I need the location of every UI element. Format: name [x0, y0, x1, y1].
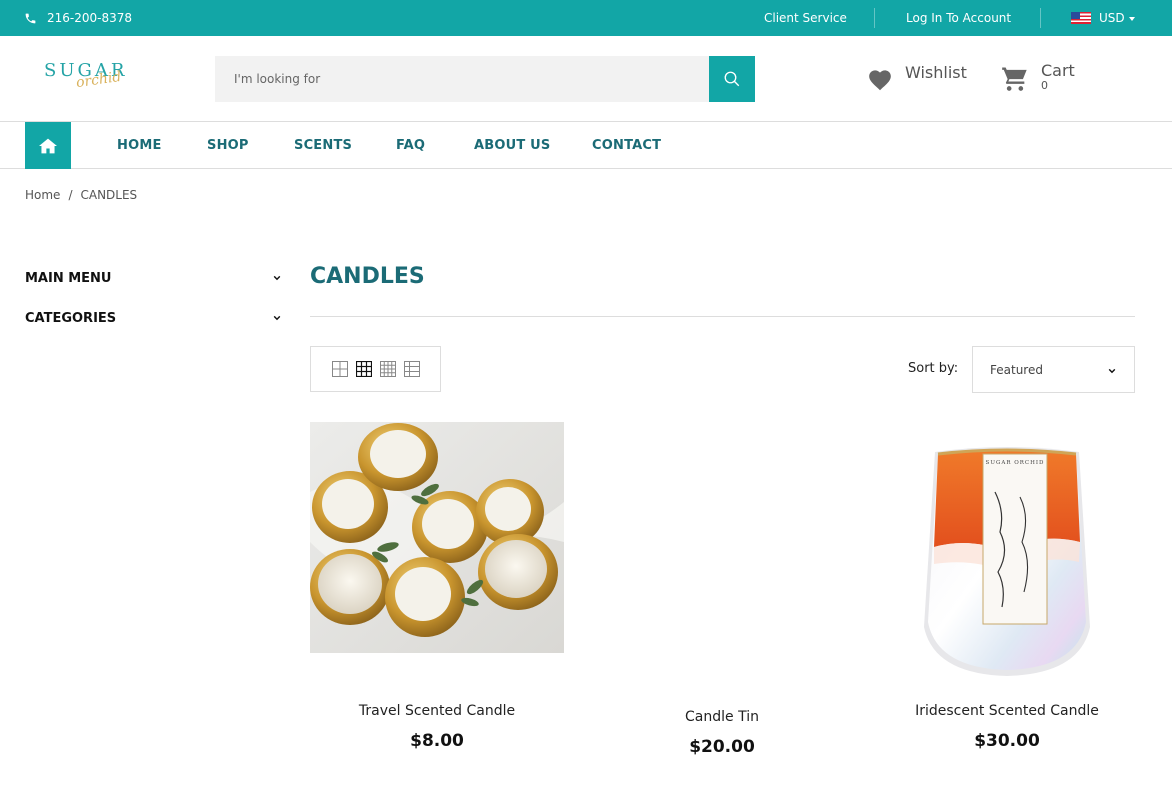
phone-contact[interactable]: 216-200-8378	[24, 11, 132, 25]
travel-candles-photo	[310, 422, 564, 653]
wishlist-label: Wishlist	[905, 63, 967, 82]
product-name[interactable]: Travel Scented Candle	[310, 703, 564, 719]
product-name[interactable]: Candle Tin	[595, 709, 849, 725]
cart-label: Cart	[1041, 61, 1075, 80]
main-nav: HOME SHOP SCENTS FAQ ABOUT US CONTACT	[0, 121, 1172, 169]
grid-view-switcher	[310, 346, 441, 392]
nav-item-shop[interactable]: SHOP	[207, 138, 249, 153]
home-button[interactable]	[25, 122, 71, 169]
search-bar	[215, 56, 755, 102]
divider	[1040, 8, 1041, 28]
nav-item-scents[interactable]: SCENTS	[294, 138, 352, 153]
client-service-link[interactable]: Client Service	[764, 11, 847, 25]
currency-selector[interactable]: USD	[1071, 11, 1135, 25]
sort-value: Featured	[990, 362, 1043, 377]
product-card[interactable]: Candle Tin $20.00	[595, 422, 849, 757]
top-bar: 216-200-8378 Client Service Log In To Ac…	[0, 0, 1172, 36]
breadcrumb-separator: /	[68, 188, 73, 202]
heart-icon	[869, 70, 891, 91]
product-image[interactable]	[595, 422, 849, 678]
product-image[interactable]	[310, 422, 564, 678]
cart-link[interactable]: Cart 0	[1001, 62, 1075, 92]
grid-4-columns-icon[interactable]	[379, 361, 396, 377]
cart-icon	[1002, 67, 1027, 91]
sort-select[interactable]: Featured	[972, 346, 1135, 393]
sidebar-item-label: CATEGORIES	[25, 310, 117, 326]
nav-item-home[interactable]: HOME	[117, 138, 162, 153]
sort-label: Sort by:	[908, 361, 959, 376]
product-price: $20.00	[689, 737, 755, 757]
product-card[interactable]: SUGAR ORCHID Iridescent Scented Candle $…	[880, 422, 1134, 751]
breadcrumb-home[interactable]: Home	[25, 188, 60, 202]
product-price: $30.00	[974, 731, 1040, 751]
search-input[interactable]	[215, 56, 709, 102]
currency-label: USD	[1099, 11, 1125, 25]
nav-item-about-us[interactable]: ABOUT US	[474, 138, 551, 153]
grid-3-columns-icon[interactable]	[355, 361, 372, 377]
cart-count: 0	[1041, 79, 1048, 92]
chevron-down-icon	[1108, 368, 1116, 374]
wishlist-link[interactable]: Wishlist	[867, 62, 967, 91]
product-card[interactable]: Travel Scented Candle $8.00	[310, 422, 564, 751]
us-flag-icon	[1071, 12, 1091, 24]
sidebar-item-categories[interactable]: CATEGORIES	[25, 298, 281, 338]
sidebar-item-label: MAIN MENU	[25, 270, 112, 286]
chevron-down-icon	[273, 315, 281, 321]
nav-item-faq[interactable]: FAQ	[396, 138, 425, 153]
search-icon	[724, 71, 740, 87]
home-icon	[39, 138, 57, 153]
product-image[interactable]: SUGAR ORCHID	[880, 422, 1134, 678]
logo[interactable]: SUGAR orchid	[44, 58, 134, 98]
iridescent-candle-photo: SUGAR ORCHID	[924, 447, 1090, 676]
caret-down-icon	[1128, 16, 1135, 21]
chevron-down-icon	[273, 275, 281, 281]
divider	[874, 8, 875, 28]
divider	[310, 316, 1135, 317]
login-link[interactable]: Log In To Account	[906, 11, 1011, 25]
svg-text:SUGAR ORCHID: SUGAR ORCHID	[986, 460, 1045, 466]
product-price: $8.00	[410, 731, 464, 751]
search-button[interactable]	[709, 56, 755, 102]
phone-number: 216-200-8378	[47, 11, 133, 25]
sidebar: MAIN MENU CATEGORIES	[25, 258, 281, 338]
page-title: CANDLES	[310, 264, 425, 289]
nav-item-contact[interactable]: CONTACT	[592, 138, 661, 153]
product-name[interactable]: Iridescent Scented Candle	[880, 703, 1134, 719]
list-view-icon[interactable]	[403, 361, 420, 377]
breadcrumb: Home / CANDLES	[25, 188, 137, 202]
sidebar-item-main-menu[interactable]: MAIN MENU	[25, 258, 281, 298]
grid-2-columns-icon[interactable]	[331, 361, 348, 377]
breadcrumb-current: CANDLES	[80, 188, 138, 202]
phone-icon	[25, 13, 36, 23]
